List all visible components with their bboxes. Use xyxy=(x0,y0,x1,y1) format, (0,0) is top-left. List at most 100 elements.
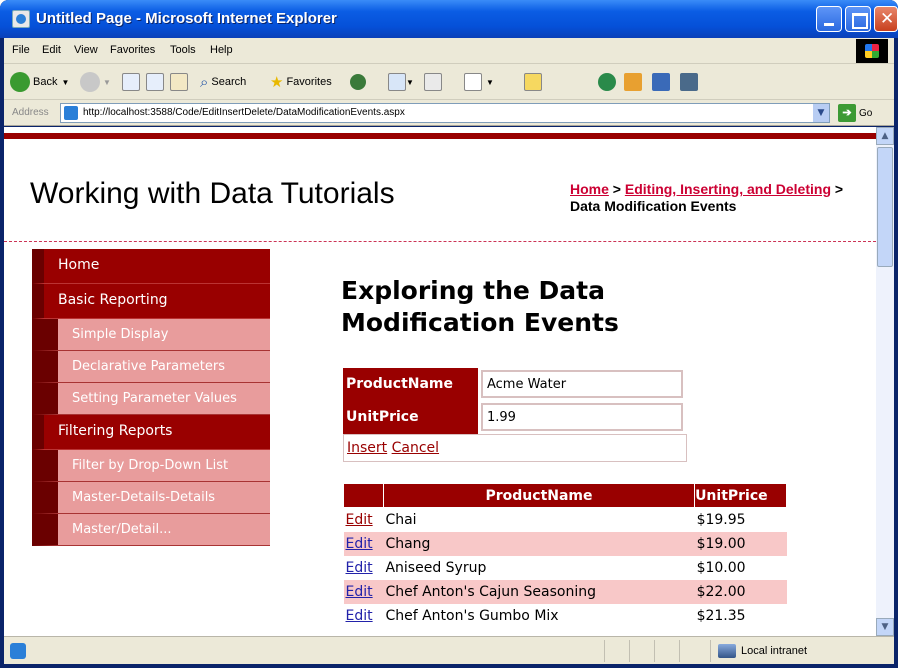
unit-price-cell: $10.00 xyxy=(696,559,746,576)
address-input[interactable]: http://localhost:3588/Code/EditInsertDel… xyxy=(60,103,830,123)
insert-form: ProductName Acme Water UnitPrice 1.99 In… xyxy=(343,368,687,462)
address-dropdown-button[interactable]: ▼ xyxy=(813,104,829,122)
menu-favorites[interactable]: Favorites xyxy=(110,44,155,56)
edit-link[interactable]: Edit xyxy=(346,536,373,552)
edit-link[interactable]: Edit xyxy=(346,584,373,600)
form-row-productname: ProductName Acme Water xyxy=(343,368,687,401)
chevron-down-icon: ▼ xyxy=(61,77,70,87)
folder-button[interactable] xyxy=(524,70,542,94)
windows-logo-icon xyxy=(856,39,888,63)
nav-item-filtering-reports[interactable]: Filtering Reports xyxy=(32,415,270,450)
product-name-cell: Chef Anton's Cajun Seasoning xyxy=(383,579,695,604)
home-button[interactable] xyxy=(170,70,188,94)
back-arrow-icon xyxy=(10,72,30,92)
unit-price-cell: $19.00 xyxy=(694,531,787,556)
insert-link[interactable]: Insert xyxy=(347,440,387,456)
back-label: Back xyxy=(33,76,58,88)
favorites-button[interactable]: ★ Favorites xyxy=(270,70,332,94)
chevron-down-icon: ▼ xyxy=(103,77,111,87)
security-zone[interactable]: Local intranet xyxy=(718,644,807,658)
grid-header-unitprice[interactable]: UnitPrice xyxy=(694,483,787,508)
zone-label: Local intranet xyxy=(741,645,808,657)
table-row: Edit Chef Anton's Gumbo Mix $21.35 xyxy=(344,604,787,628)
close-icon: ✕ xyxy=(880,9,895,29)
scroll-down-icon[interactable]: ▼ xyxy=(876,618,894,636)
menu-help[interactable]: Help xyxy=(210,44,233,56)
unitprice-input[interactable]: 1.99 xyxy=(481,403,683,431)
header-divider xyxy=(4,241,876,242)
stop-button[interactable] xyxy=(122,70,140,94)
close-button[interactable]: ✕ xyxy=(874,6,898,32)
toolbar: Back ▼ ▼ ⌕ Search ★ Favorites ▼ ▼ xyxy=(4,64,894,100)
grid-header-productname[interactable]: ProductName xyxy=(382,483,696,508)
maximize-button[interactable] xyxy=(845,6,871,32)
mail-icon xyxy=(424,73,442,91)
menu-view[interactable]: View xyxy=(74,44,98,56)
stop-icon xyxy=(122,73,140,91)
star-icon: ★ xyxy=(270,74,284,91)
tool-button-3[interactable] xyxy=(680,70,698,94)
nav-item-basic-reporting[interactable]: Basic Reporting xyxy=(32,284,270,319)
globe-button[interactable] xyxy=(598,70,619,94)
refresh-button[interactable] xyxy=(146,70,164,94)
chevron-down-icon: ▼ xyxy=(406,77,414,87)
vertical-scrollbar[interactable]: ▲ ▼ xyxy=(876,127,894,636)
globe-icon xyxy=(598,73,616,91)
mail-button[interactable] xyxy=(424,70,442,94)
page-heading: Exploring the Data Modification Events xyxy=(341,276,619,337)
media-button[interactable] xyxy=(350,70,369,94)
window-title: Untitled Page - Microsoft Internet Explo… xyxy=(36,10,337,27)
product-name-cell: Aniseed Syrup xyxy=(385,559,487,576)
breadcrumb-parent-link[interactable]: Editing, Inserting, and Deleting xyxy=(625,181,831,197)
folder-icon xyxy=(524,73,542,91)
table-row: Edit Chang $19.00 xyxy=(343,531,787,556)
breadcrumb: Home > Editing, Inserting, and Deleting … xyxy=(570,181,850,215)
minimize-button[interactable] xyxy=(816,6,842,32)
title-bar[interactable]: Untitled Page - Microsoft Internet Explo… xyxy=(0,0,898,38)
ie-page-icon xyxy=(12,10,30,28)
product-name-cell: Chang xyxy=(383,531,695,556)
page-content: Working with Data Tutorials Home > Editi… xyxy=(4,127,876,636)
nav-item-master-detail[interactable]: Master/Detail... xyxy=(32,514,270,546)
table-row: Edit Chef Anton's Cajun Seasoning $22.00 xyxy=(343,579,787,604)
edit-link[interactable]: Edit xyxy=(346,608,373,624)
browser-window: Untitled Page - Microsoft Internet Explo… xyxy=(0,0,898,668)
menu-edit[interactable]: Edit xyxy=(42,44,61,56)
menu-bar: File Edit View Favorites Tools Help xyxy=(4,38,894,64)
tool-button-1[interactable] xyxy=(624,70,642,94)
nav-item-home[interactable]: Home xyxy=(32,249,270,284)
productname-input[interactable]: Acme Water xyxy=(481,370,683,398)
products-grid: ProductName UnitPrice Edit Chai $19.95 E… xyxy=(343,483,787,628)
table-row: Edit Aniseed Syrup $10.00 xyxy=(344,556,787,580)
tool-button-2[interactable] xyxy=(652,70,670,94)
history-button[interactable]: ▼ xyxy=(388,70,414,94)
scroll-up-icon[interactable]: ▲ xyxy=(876,127,894,145)
edit-doc-button[interactable]: ▼ xyxy=(464,70,494,94)
breadcrumb-current: Data Modification Events xyxy=(570,198,737,214)
edit-link[interactable]: Edit xyxy=(346,512,373,528)
nav-item-simple-display[interactable]: Simple Display xyxy=(32,319,270,351)
status-bar: Local intranet xyxy=(4,636,894,664)
go-button[interactable]: ➔ Go xyxy=(838,103,890,123)
menu-file[interactable]: File xyxy=(12,44,30,56)
address-url: http://localhost:3588/Code/EditInsertDel… xyxy=(83,107,405,118)
search-button[interactable]: ⌕ Search xyxy=(200,70,246,94)
nav-item-setting-parameter-values[interactable]: Setting Parameter Values xyxy=(32,383,270,415)
tool-icon xyxy=(652,73,670,91)
breadcrumb-separator: > xyxy=(608,181,625,197)
nav-item-master-details-details[interactable]: Master-Details-Details xyxy=(32,482,270,514)
refresh-icon xyxy=(146,73,164,91)
breadcrumb-separator: > xyxy=(831,181,844,197)
cancel-link[interactable]: Cancel xyxy=(392,440,439,456)
forward-button[interactable]: ▼ xyxy=(80,70,111,94)
scrollbar-thumb[interactable] xyxy=(877,147,893,267)
menu-tools[interactable]: Tools xyxy=(170,44,196,56)
page-icon xyxy=(64,106,78,120)
nav-item-declarative-parameters[interactable]: Declarative Parameters xyxy=(32,351,270,383)
nav-item-filter-by-dropdown[interactable]: Filter by Drop-Down List xyxy=(32,450,270,482)
edit-link[interactable]: Edit xyxy=(346,560,373,576)
form-actions: Insert Cancel xyxy=(343,434,687,462)
back-button[interactable]: Back ▼ xyxy=(10,70,69,94)
breadcrumb-home-link[interactable]: Home xyxy=(570,181,609,197)
search-icon: ⌕ xyxy=(200,73,209,91)
